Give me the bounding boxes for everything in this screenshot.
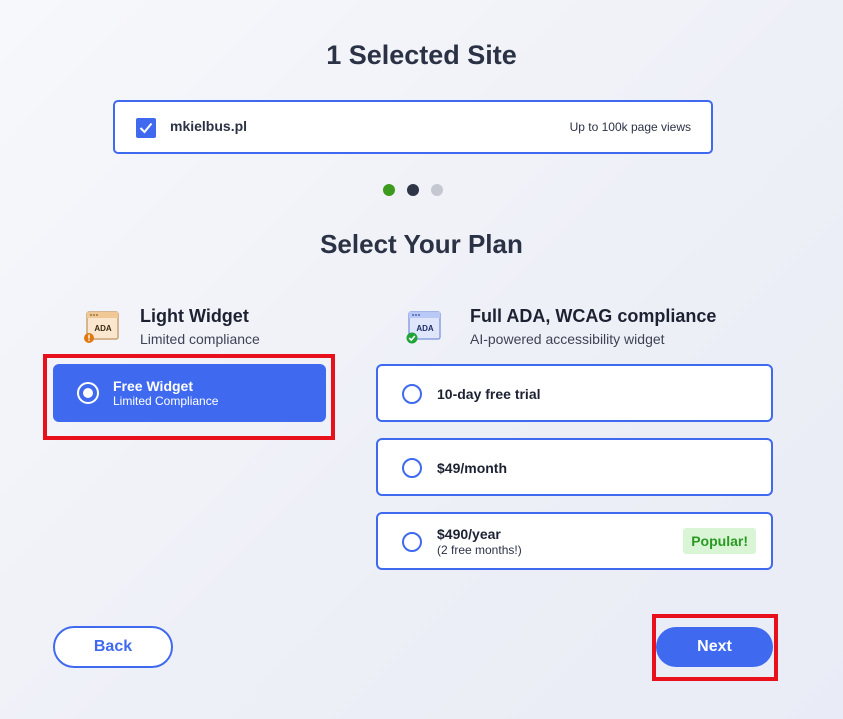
trial-option[interactable]: 10-day free trial (376, 364, 773, 422)
step-dot-complete (383, 184, 395, 196)
option-subtitle: (2 free months!) (437, 543, 522, 557)
option-title: 10-day free trial (437, 386, 541, 402)
step-dot-current (407, 184, 419, 196)
light-plan-name: Light Widget (140, 306, 249, 326)
radio-unselected[interactable] (402, 532, 422, 552)
checkmark-icon (139, 122, 153, 134)
full-plan-name: Full ADA, WCAG compliance (470, 306, 717, 326)
radio-unselected[interactable] (402, 384, 422, 404)
site-checkbox[interactable] (136, 118, 156, 138)
step-dot-upcoming (431, 184, 443, 196)
selected-sites-title: 1 Selected Site (326, 40, 517, 70)
yearly-option[interactable]: $490/year (2 free months!) Popular! (376, 512, 773, 570)
step-indicator (383, 184, 443, 196)
light-plan-subtitle: Limited compliance (140, 331, 260, 347)
option-subtitle: Limited Compliance (113, 394, 219, 408)
free-widget-option[interactable]: Free Widget Limited Compliance (53, 364, 326, 422)
plan-section-title: Select Your Plan (320, 229, 523, 259)
radio-selected[interactable] (77, 382, 99, 404)
site-name: mkielbus.pl (170, 118, 248, 134)
ada-warning-icon: ADA (84, 311, 119, 343)
popular-badge: Popular! (683, 528, 756, 554)
monthly-option[interactable]: $49/month (376, 438, 773, 496)
next-button[interactable]: Next (656, 627, 773, 667)
radio-unselected[interactable] (402, 458, 422, 478)
site-page-views: Up to 100k page views (569, 120, 691, 134)
ada-check-icon: ADA (406, 311, 441, 344)
ada-label: ADA (94, 324, 112, 333)
option-title: $49/month (437, 460, 508, 476)
option-title: Free Widget (113, 378, 193, 394)
back-button[interactable]: Back (53, 626, 173, 668)
ada-label: ADA (416, 324, 434, 333)
full-plan-subtitle: AI-powered accessibility widget (470, 331, 665, 347)
option-title: $490/year (437, 526, 501, 542)
selected-site-row[interactable]: mkielbus.pl Up to 100k page views (113, 100, 713, 154)
